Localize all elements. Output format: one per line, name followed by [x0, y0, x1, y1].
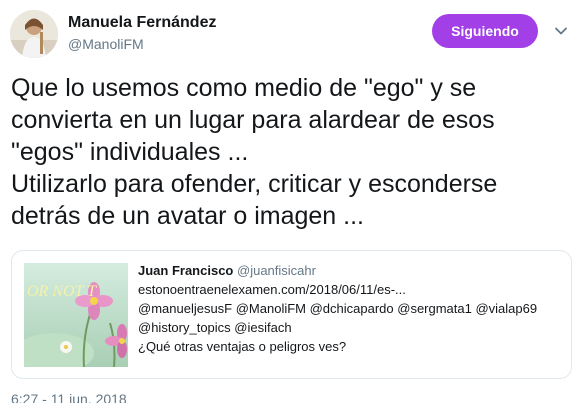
quoted-tweet-image: OR NOT T [24, 263, 128, 367]
tweet-text: Que lo usemos como medio de "ego" y se c… [11, 72, 576, 232]
chevron-down-icon[interactable] [552, 22, 570, 40]
tweet-text-line: Que lo usemos como medio de "ego" y se [11, 74, 477, 102]
quoted-author-name[interactable]: Juan Francisco [138, 263, 233, 278]
tweet-text-line: detrás de un avatar o imagen ... [11, 202, 364, 230]
quoted-tweet-body: Juan Francisco @juanfisicahr estonoentra… [138, 262, 568, 356]
following-button[interactable]: Siguiendo [432, 14, 538, 48]
tweet-text-line: "egos" individuales ... [11, 138, 249, 166]
quoted-tweet-text: ¿Qué otras ventajas o peligros ves? [138, 339, 347, 354]
author-handle[interactable]: @ManoliFM [68, 36, 144, 52]
quoted-tweet-link[interactable]: estonoentraenelexamen.com/2018/06/11/es-… [138, 280, 568, 299]
quoted-tweet-mentions[interactable]: @history_topics @iesifach [138, 318, 568, 337]
quoted-tweet-mentions[interactable]: @manueljesusF @ManoliFM @dchicapardo @se… [138, 299, 568, 318]
author-display-name[interactable]: Manuela Fernández [68, 14, 216, 32]
tweet-timestamp[interactable]: 6:27 - 11 jun. 2018 [11, 391, 127, 403]
quoted-tweet-card[interactable]: OR NOT T Juan Francisco @juanfisicahr es… [11, 250, 572, 379]
avatar-image [10, 10, 58, 58]
tweet-text-line: Utilizarlo para ofender, criticar y esco… [11, 170, 498, 198]
tweet-text-line: convierta en un lugar para alardear de e… [11, 106, 495, 134]
quoted-author-handle[interactable]: @juanfisicahr [237, 263, 316, 278]
avatar[interactable] [10, 10, 58, 58]
quoted-tweet-header: Juan Francisco @juanfisicahr [138, 262, 568, 280]
image-caption-text: OR NOT T [27, 283, 97, 300]
